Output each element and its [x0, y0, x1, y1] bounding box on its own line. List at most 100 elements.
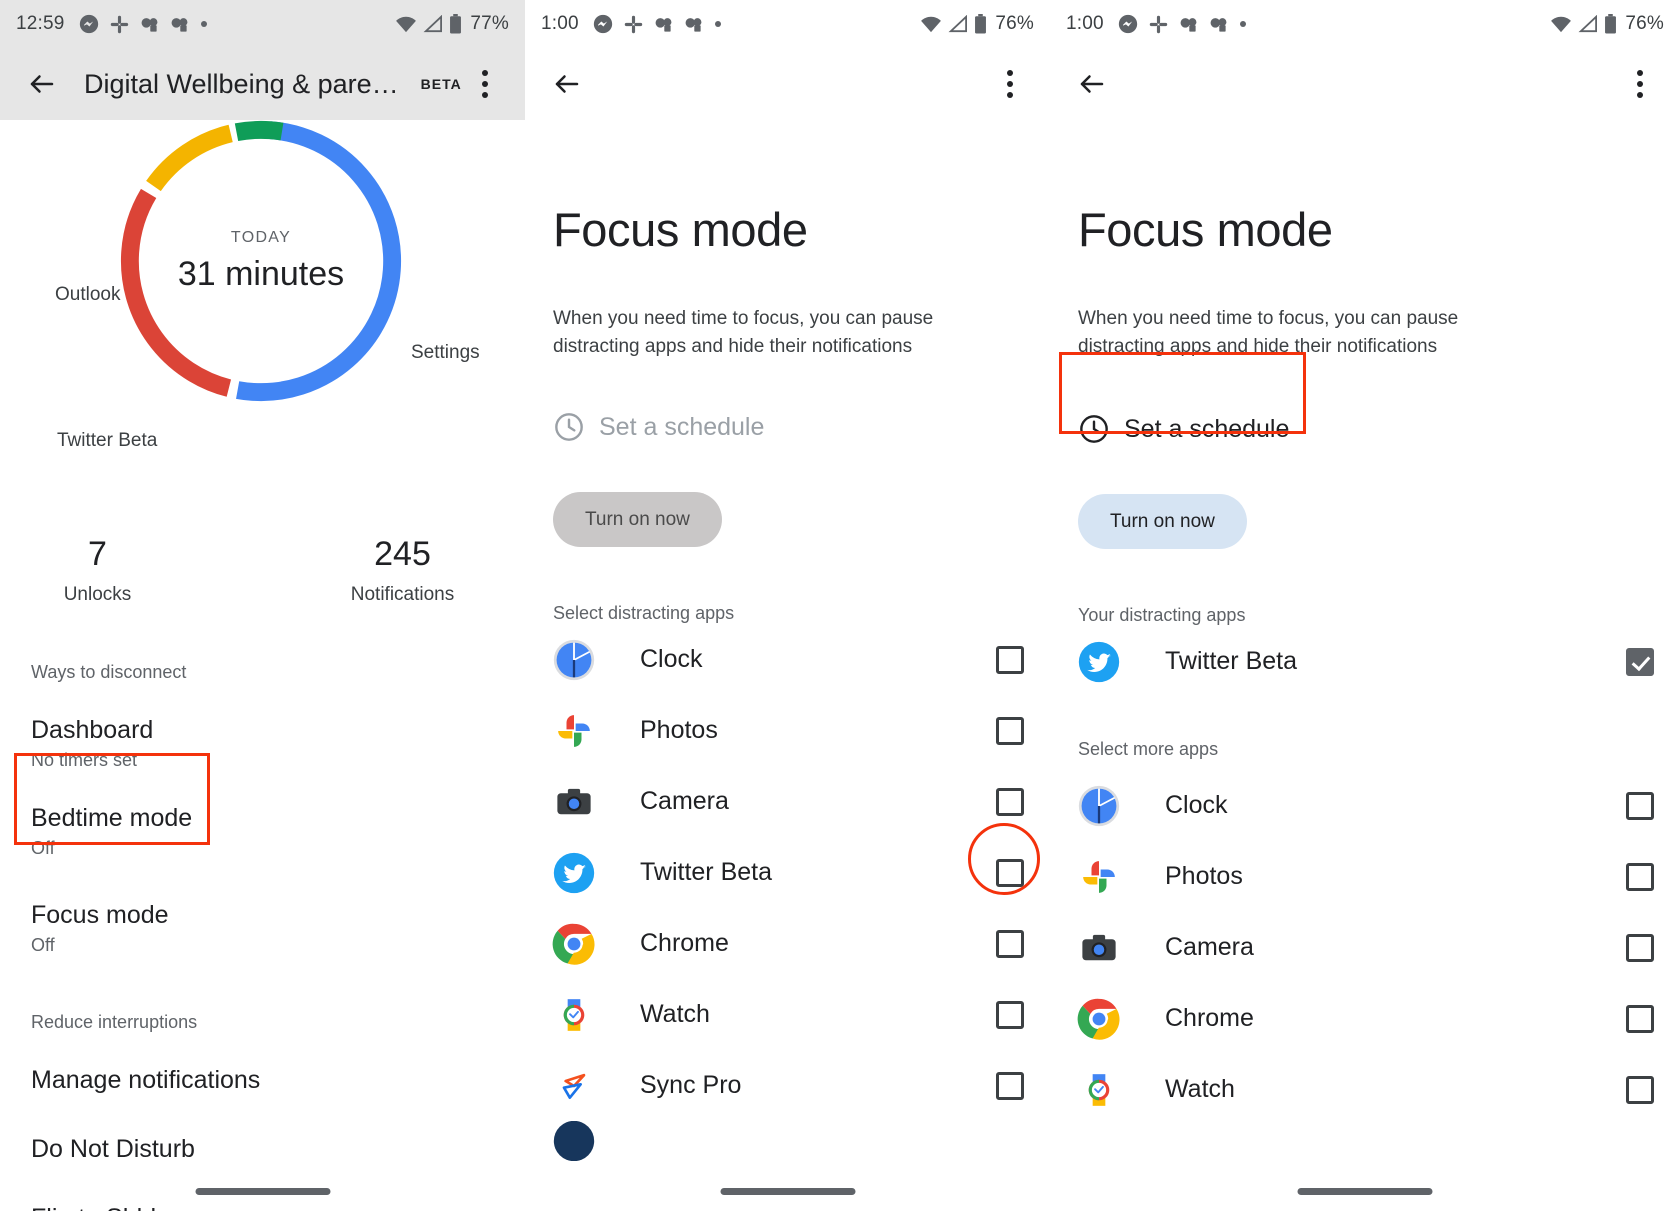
- list-item[interactable]: Twitter Beta: [525, 837, 1050, 908]
- navigation-gesture-bar[interactable]: [195, 1188, 330, 1195]
- chrome-icon: [551, 921, 597, 967]
- dot-icon: [1239, 20, 1247, 28]
- battery-icon: [449, 14, 462, 34]
- status-notification-icons: [1118, 14, 1247, 34]
- bedtime-mode-subtitle: Off: [31, 838, 55, 858]
- donut-center-label: TODAY 31 minutes: [112, 112, 410, 410]
- notifications-label: Notifications: [350, 584, 455, 605]
- donut-label-outlook: Outlook: [55, 284, 121, 305]
- messenger-icon: [79, 14, 99, 34]
- app-bar: Digital Wellbeing & pare… BETA: [0, 48, 525, 120]
- back-arrow-icon[interactable]: [1068, 60, 1116, 108]
- slack-icon: [1149, 15, 1168, 34]
- list-item[interactable]: [525, 1121, 1050, 1162]
- navigation-gesture-bar[interactable]: [720, 1188, 855, 1195]
- signal-icon: [1578, 15, 1598, 33]
- list-item[interactable]: Photos: [1050, 841, 1680, 912]
- status-system-icons: 77%: [395, 13, 509, 35]
- watch-icon: [551, 992, 597, 1038]
- app-checkbox[interactable]: [1626, 1075, 1654, 1104]
- list-item[interactable]: Twitter Beta: [1050, 626, 1680, 697]
- app-name: Camera: [640, 787, 729, 816]
- app-checkbox[interactable]: [996, 1000, 1024, 1029]
- unlocks-count: 7: [88, 535, 107, 573]
- list-item[interactable]: Chrome: [525, 908, 1050, 979]
- sidebar-item-focus-mode[interactable]: Focus mode Off: [0, 901, 525, 956]
- app-name: Photos: [1165, 862, 1243, 891]
- navigation-gesture-bar[interactable]: [1297, 1188, 1433, 1195]
- slack-icon: [624, 15, 643, 34]
- back-arrow-icon[interactable]: [18, 60, 66, 108]
- back-arrow-icon[interactable]: [543, 60, 591, 108]
- camera-icon: [551, 779, 597, 825]
- screen-focus-mode-off: 1:00 76% Focus mode When you need time t…: [525, 0, 1050, 1211]
- list-item[interactable]: Camera: [1050, 912, 1680, 983]
- wifi-icon: [395, 15, 417, 33]
- flip-to-shhh-title: Flip to Shhh: [31, 1204, 494, 1211]
- list-item[interactable]: Photos: [525, 695, 1050, 766]
- partial-app-icon: [551, 1121, 597, 1162]
- app-bar: [525, 48, 1050, 120]
- app-checkbox[interactable]: [996, 645, 1024, 674]
- page-description: When you need time to focus, you can pau…: [1078, 308, 1459, 357]
- apps-list-header: Select distracting apps: [553, 603, 735, 624]
- sidebar-item-manage-notifications[interactable]: Manage notifications: [0, 1066, 525, 1095]
- dashboard-subtitle: No timers set: [31, 750, 138, 770]
- usage-stats: 7 Unlocks 245 Notifications: [0, 535, 525, 606]
- app-checkbox[interactable]: [1626, 1004, 1654, 1033]
- app-bar: [1050, 48, 1680, 120]
- status-time: 12:59: [16, 13, 65, 34]
- sync-pro-icon: [551, 1063, 597, 1109]
- screen-digital-wellbeing: 12:59 77% Digital Wellbeing & pare… BETA…: [0, 0, 525, 1211]
- turn-on-now-button[interactable]: Turn on now: [553, 492, 722, 548]
- app-checkbox[interactable]: [996, 1071, 1024, 1100]
- app-name: Sync Pro: [640, 1071, 742, 1100]
- sidebar-item-dashboard[interactable]: Dashboard No timers set: [0, 716, 525, 771]
- your-distracting-apps-header: Your distracting apps: [1078, 605, 1246, 626]
- app-checkbox[interactable]: [996, 858, 1024, 887]
- app-name: Clock: [640, 645, 703, 674]
- stat-notifications: 245 Notifications: [305, 535, 525, 606]
- sidebar-item-flip-to-shhh[interactable]: Flip to Shhh: [0, 1204, 525, 1211]
- signal-icon: [948, 15, 968, 33]
- list-item[interactable]: Clock: [1050, 770, 1680, 841]
- overflow-menu-icon[interactable]: [463, 60, 507, 108]
- status-time: 1:00: [1066, 13, 1104, 34]
- do-not-disturb-title: Do Not Disturb: [31, 1135, 195, 1163]
- donut-label-settings: Settings: [411, 342, 480, 363]
- app-checkbox[interactable]: [996, 787, 1024, 816]
- app-checkbox[interactable]: [1626, 933, 1654, 962]
- battery-icon: [974, 14, 987, 34]
- app-checkbox[interactable]: [996, 929, 1024, 958]
- list-item[interactable]: Watch: [525, 979, 1050, 1050]
- stat-unlocks: 7 Unlocks: [0, 535, 305, 606]
- app-checkbox[interactable]: [996, 716, 1024, 745]
- page-heading: Focus mode: [553, 203, 808, 256]
- clock-app-icon: [1076, 783, 1122, 829]
- set-a-schedule-row[interactable]: Set a schedule: [1050, 402, 1680, 456]
- list-item[interactable]: Camera: [525, 766, 1050, 837]
- overflow-menu-icon[interactable]: [1618, 60, 1662, 108]
- beta-badge: BETA: [420, 76, 462, 92]
- list-item[interactable]: Watch: [1050, 1054, 1680, 1125]
- dot-icon: [200, 20, 208, 28]
- app-checkbox[interactable]: [1626, 862, 1654, 891]
- status-bar: 1:00 76%: [1050, 0, 1680, 48]
- list-item[interactable]: Clock: [525, 624, 1050, 695]
- dot-icon: [714, 20, 722, 28]
- focus-mode-subtitle: Off: [31, 935, 55, 955]
- sidebar-item-bedtime-mode[interactable]: Bedtime mode Off: [0, 804, 525, 859]
- app-checkbox[interactable]: [1626, 791, 1654, 820]
- list-item[interactable]: Sync Pro: [525, 1050, 1050, 1121]
- status-bar: 1:00 76%: [525, 0, 1050, 48]
- set-a-schedule-row[interactable]: Set a schedule: [525, 400, 1050, 454]
- app-checkbox[interactable]: [1626, 647, 1654, 676]
- page-title: Digital Wellbeing & pare…: [84, 68, 399, 99]
- sidebar-item-do-not-disturb[interactable]: Do Not Disturb: [0, 1135, 525, 1164]
- turn-on-now-button[interactable]: Turn on now: [1078, 494, 1247, 550]
- wifi-icon: [1550, 15, 1572, 33]
- overflow-menu-icon[interactable]: [988, 60, 1032, 108]
- list-item[interactable]: Chrome: [1050, 983, 1680, 1054]
- wifi-icon: [920, 15, 942, 33]
- app-name: Twitter Beta: [1165, 647, 1297, 676]
